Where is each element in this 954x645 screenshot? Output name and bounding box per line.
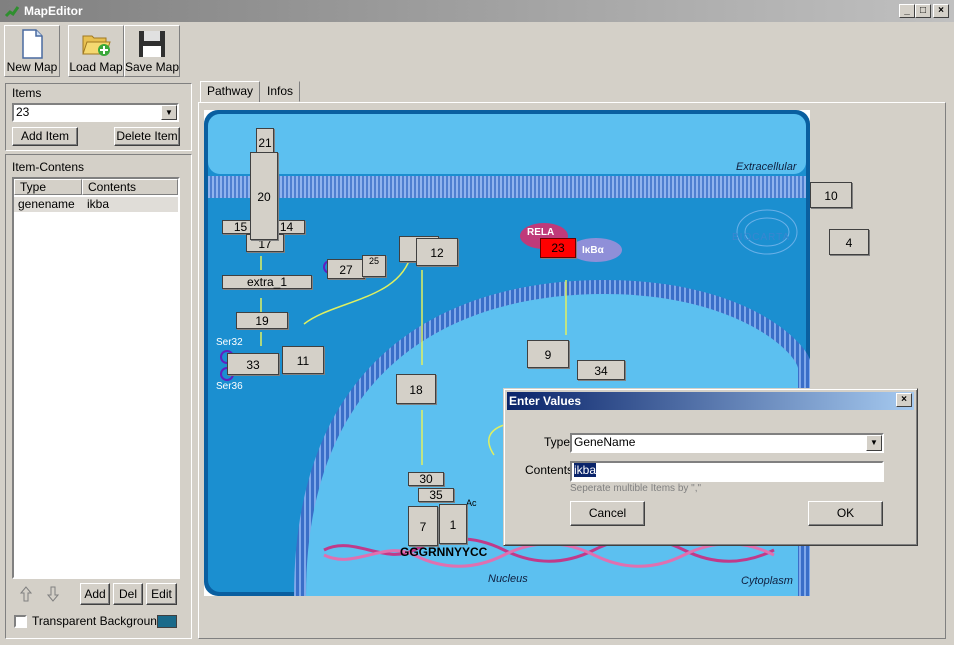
open-folder-icon: [82, 35, 111, 56]
nucleus-label: Nucleus: [488, 573, 528, 585]
edit-content-button[interactable]: Edit: [146, 583, 177, 605]
node-33[interactable]: 33: [227, 353, 279, 375]
node-10[interactable]: 10: [810, 182, 852, 208]
contents-input[interactable]: ikba: [570, 461, 884, 482]
save-map-button[interactable]: Save Map: [124, 25, 180, 77]
close-icon[interactable]: ×: [933, 4, 949, 18]
node-34[interactable]: 34: [577, 360, 625, 380]
contents-input-value: ikba: [574, 463, 597, 477]
node-27[interactable]: 27: [327, 259, 365, 279]
column-header-contents[interactable]: Contents: [82, 179, 178, 195]
item-contents-group-label: Item-Contens: [12, 160, 85, 174]
tab-pathway[interactable]: Pathway: [200, 81, 261, 102]
dialog-close-icon[interactable]: ×: [896, 393, 912, 407]
row-type: genename: [18, 197, 75, 211]
window-title: MapEditor: [24, 4, 83, 18]
column-header-type[interactable]: Type: [14, 179, 82, 195]
cytoplasm-label: Cytoplasm: [741, 575, 793, 587]
type-select-value: GeneName: [574, 435, 636, 449]
delete-item-button[interactable]: Delete Item: [114, 127, 180, 146]
add-content-button[interactable]: Add: [80, 583, 110, 605]
items-combo-value: 23: [16, 105, 30, 119]
contents-hint: Seperate multible Items by ",": [570, 483, 702, 494]
contents-label: Contents: [525, 463, 574, 477]
node-18[interactable]: 18: [396, 374, 436, 404]
dialog-title: Enter Values: [509, 394, 582, 408]
acetyl-label: Ac: [466, 498, 477, 508]
tab-infos[interactable]: Infos: [260, 81, 301, 102]
node-19[interactable]: 19: [236, 312, 288, 329]
transparent-background-checkbox[interactable]: [14, 615, 27, 628]
ser32-label: Ser32: [216, 337, 243, 348]
node-25[interactable]: 25: [362, 255, 386, 277]
type-label: Type: [544, 435, 571, 449]
maximize-icon[interactable]: □: [915, 4, 931, 18]
extracellular-label: Extracellular: [736, 161, 797, 173]
node-1[interactable]: 1: [439, 504, 467, 544]
floppy-disk-icon: [139, 31, 165, 57]
dialog-title-bar: Enter Values: [507, 392, 914, 410]
del-content-button[interactable]: Del: [113, 583, 143, 605]
node-23-selected[interactable]: 23: [540, 238, 576, 258]
node-35[interactable]: 35: [418, 488, 454, 502]
table-row[interactable]: genename ikba: [14, 197, 178, 212]
node-9[interactable]: 9: [527, 340, 569, 368]
node-12[interactable]: 12: [416, 238, 458, 266]
node-20[interactable]: 20: [250, 152, 278, 240]
chevron-down-icon[interactable]: ▼: [161, 105, 177, 120]
app-icon: [4, 6, 20, 18]
node-extra-1[interactable]: extra_1: [222, 275, 312, 289]
ser36-label: Ser36: [216, 381, 243, 392]
rela-label: RELA: [527, 227, 555, 238]
items-combo[interactable]: 23 ▼: [12, 103, 179, 122]
new-document-icon: [22, 29, 43, 59]
node-7[interactable]: 7: [408, 506, 438, 546]
row-contents: ikba: [87, 197, 110, 211]
arrow-up-icon[interactable]: [20, 586, 32, 602]
node-30[interactable]: 30: [408, 472, 444, 486]
save-map-label: Save Map: [125, 60, 180, 74]
title-bar: MapEditor _ □ ×: [0, 0, 954, 22]
load-map-label: Load Map: [69, 60, 123, 74]
node-4[interactable]: 4: [829, 229, 869, 255]
load-map-button[interactable]: Load Map: [68, 25, 124, 77]
new-map-label: New Map: [6, 60, 58, 74]
arrow-down-icon[interactable]: [47, 586, 59, 602]
ok-button[interactable]: OK: [808, 501, 883, 526]
background-color-swatch[interactable]: [157, 615, 177, 628]
transparent-background-label: Transparent Background: [32, 614, 164, 628]
dna-sequence-label: GGGRNNYYCC: [400, 545, 488, 559]
chevron-down-icon[interactable]: ▼: [866, 435, 882, 451]
item-contents-list[interactable]: Type Contents genename ikba: [12, 177, 180, 579]
cancel-button[interactable]: Cancel: [570, 501, 645, 526]
node-11[interactable]: 11: [282, 346, 324, 374]
add-item-button[interactable]: Add Item: [12, 127, 78, 146]
items-group-label: Items: [12, 86, 42, 100]
minimize-icon[interactable]: _: [899, 4, 915, 18]
type-select[interactable]: GeneName ▼: [570, 433, 884, 453]
new-map-button[interactable]: New Map: [4, 25, 60, 77]
ikb-label: IκBα: [582, 245, 604, 256]
biocarta-logo: BIOCARTA: [732, 232, 791, 243]
enter-values-dialog: Enter Values × Type GeneName ▼ Contents …: [503, 388, 918, 546]
